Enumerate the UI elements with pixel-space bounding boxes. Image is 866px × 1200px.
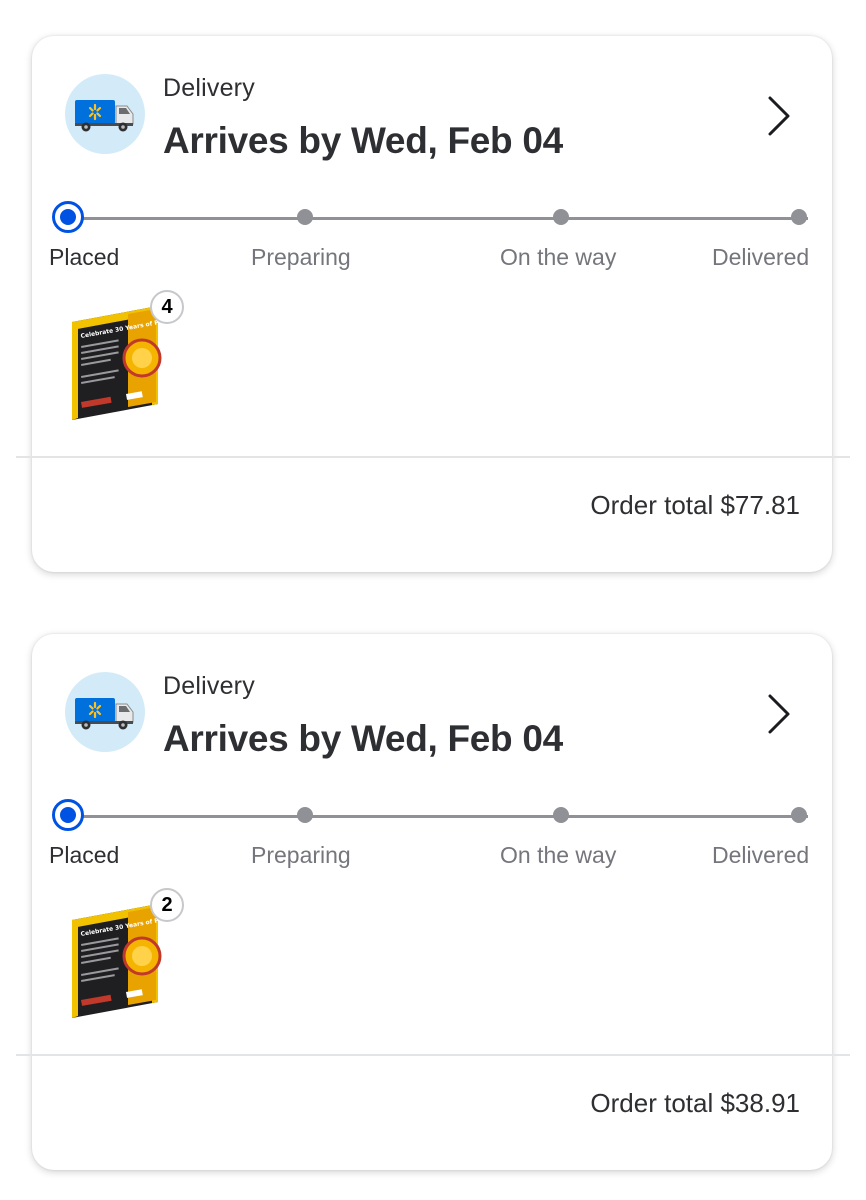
step-indicator-current [52,201,84,233]
order-card[interactable]: Delivery Arrives by Wed, Feb 04 Placed P… [16,36,850,572]
divider [16,456,850,458]
step-indicator [297,209,313,225]
quantity-badge: 2 [150,888,184,922]
step-label-on-the-way: On the way [500,842,617,868]
quantity-badge: 4 [150,290,184,324]
order-total: Order total $77.81 [590,490,800,520]
product-thumbnail[interactable]: Celebrate 30 Years of Pokémon! [66,898,166,1018]
delivery-truck-icon [65,74,145,154]
progress-track [66,217,808,220]
chevron-right-icon[interactable] [762,692,796,736]
step-label-on-the-way: On the way [500,244,617,270]
order-card[interactable]: Delivery Arrives by Wed, Feb 04 Placed P… [16,634,850,1170]
step-indicator [553,807,569,823]
step-indicator [297,807,313,823]
step-label-placed: Placed [49,244,120,270]
delivery-truck-icon [65,672,145,752]
step-indicator-current [52,799,84,831]
arrival-date-title: Arrives by Wed, Feb 04 [163,120,563,161]
step-label-delivered: Delivered [712,244,810,270]
step-indicator [553,209,569,225]
step-indicator [791,209,807,225]
progress-track [66,815,808,818]
step-indicator [791,807,807,823]
step-label-preparing: Preparing [251,842,351,868]
chevron-right-icon[interactable] [762,94,796,138]
arrival-date-title: Arrives by Wed, Feb 04 [163,718,563,759]
divider [16,1054,850,1056]
step-label-delivered: Delivered [712,842,810,868]
step-label-placed: Placed [49,842,120,868]
delivery-label: Delivery [163,74,255,102]
step-label-preparing: Preparing [251,244,351,270]
product-thumbnail[interactable]: Celebrate 30 Years of Pokémon! [66,300,166,420]
delivery-label: Delivery [163,672,255,700]
order-total: Order total $38.91 [590,1088,800,1118]
